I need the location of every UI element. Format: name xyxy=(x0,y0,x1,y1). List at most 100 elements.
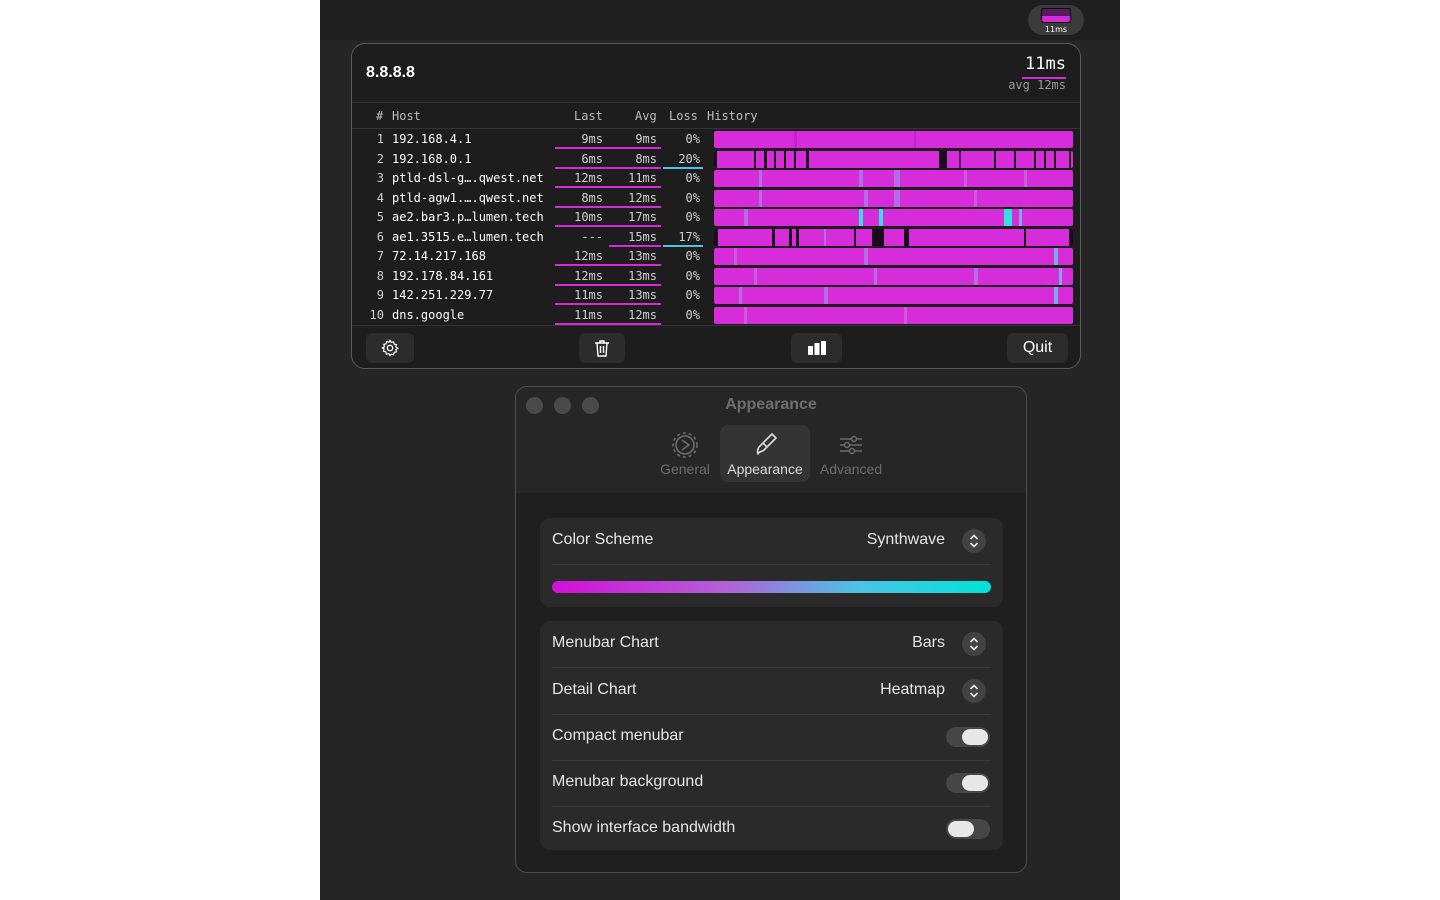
history-cell xyxy=(1014,150,1016,168)
divider xyxy=(352,325,1080,326)
hop-host: 72.14.217.168 xyxy=(392,249,486,263)
detail-chart-row[interactable]: Detail Chart Heatmap xyxy=(552,668,991,715)
current-latency: 11ms xyxy=(1022,54,1066,79)
sliders-icon xyxy=(840,435,862,455)
history-cell xyxy=(879,209,883,226)
history-cell xyxy=(1034,150,1036,168)
detail-chart-label: Detail Chart xyxy=(552,681,637,698)
history-heatmap xyxy=(714,287,1073,304)
color-scheme-card: Color Scheme Synthwave xyxy=(540,518,1003,607)
history-cell xyxy=(794,150,796,168)
hop-number: 5 xyxy=(376,210,384,224)
hop-number: 9 xyxy=(376,288,384,302)
clear-button[interactable] xyxy=(579,333,625,363)
color-scheme-label: Color Scheme xyxy=(552,531,654,548)
history-cell xyxy=(1024,228,1026,246)
quit-button[interactable]: Quit xyxy=(1007,333,1068,363)
tab-advanced[interactable]: Advanced xyxy=(806,425,896,482)
interface-bandwidth-toggle[interactable] xyxy=(946,819,990,839)
tab-label: General xyxy=(660,461,710,477)
history-cell xyxy=(759,189,762,207)
color-scheme-row[interactable]: Color Scheme Synthwave xyxy=(552,518,991,565)
color-scheme-value: Synthwave xyxy=(866,531,945,548)
history-cell xyxy=(1044,150,1046,168)
history-cell xyxy=(744,209,748,226)
menubar-chart-label: Menubar Chart xyxy=(552,634,659,651)
history-cell xyxy=(859,209,863,226)
divider xyxy=(352,102,1080,103)
history-heatmap xyxy=(714,267,1073,285)
chart-view-button[interactable] xyxy=(791,333,842,363)
hop-host: ptld-dsl-g….qwest.net xyxy=(392,171,544,185)
hop-last: 9ms xyxy=(581,132,603,146)
menubar-latency-chart xyxy=(1041,8,1071,23)
history-cell xyxy=(1024,170,1027,187)
target-host: 8.8.8.8 xyxy=(366,64,415,81)
history-cell xyxy=(914,131,916,148)
trace-popover: 8.8.8.8 11ms avg 12ms # Host Last Avg Lo… xyxy=(351,43,1081,369)
table-row: 5 ae2.bar3.p…lumen.tech 10ms 17ms 0% xyxy=(352,208,1080,227)
color-scheme-popup[interactable] xyxy=(962,529,986,553)
history-cell xyxy=(789,228,792,246)
hop-host: 192.178.84.161 xyxy=(392,268,494,283)
toggle-knob xyxy=(962,775,988,791)
history-cell xyxy=(904,306,907,324)
menubar-status-item[interactable]: 11ms xyxy=(1028,5,1084,35)
history-cell xyxy=(904,228,909,246)
history-heatmap xyxy=(714,189,1073,207)
hop-avg: 13ms xyxy=(628,268,657,283)
hop-host: dns.google xyxy=(392,307,465,322)
history-cell xyxy=(764,150,767,168)
table-row: 10 dns.google 11ms 12ms 0% xyxy=(352,306,1080,325)
history-cell xyxy=(1059,267,1062,285)
history-cell xyxy=(754,267,757,285)
history-cell xyxy=(1054,248,1058,265)
hop-last: --- xyxy=(581,229,603,244)
tab-general[interactable]: General xyxy=(640,425,730,482)
menubar-background-toggle[interactable] xyxy=(946,773,990,793)
hop-number: 6 xyxy=(376,229,384,244)
history-cell xyxy=(994,150,996,168)
hop-host: ae2.bar3.p…lumen.tech xyxy=(392,210,544,224)
tab-appearance[interactable]: Appearance xyxy=(720,425,810,482)
hop-loss: 0% xyxy=(685,288,700,302)
avg-latency: avg 12ms xyxy=(1008,78,1066,92)
menubar-chart-row[interactable]: Menubar Chart Bars xyxy=(552,621,991,668)
hop-number: 1 xyxy=(376,132,384,146)
col-loss: Loss xyxy=(669,109,698,123)
settings-button[interactable] xyxy=(366,333,414,363)
interface-bandwidth-label: Show interface bandwidth xyxy=(552,819,736,836)
window-toolbar: Appearance General Appearance Advanced xyxy=(516,387,1026,493)
hop-host: 192.168.0.1 xyxy=(392,151,472,166)
hop-loss: 0% xyxy=(685,132,700,146)
history-cell xyxy=(794,131,797,148)
chevron-up-down-icon xyxy=(969,534,979,548)
chevron-up-down-icon xyxy=(969,637,979,651)
detail-chart-popup[interactable] xyxy=(962,679,986,703)
hop-avg: 15ms xyxy=(628,229,657,244)
col-num: # xyxy=(376,109,384,123)
table-row: 9 142.251.229.77 11ms 13ms 0% xyxy=(352,286,1080,305)
hop-last: 12ms xyxy=(574,249,603,263)
hop-avg: 12ms xyxy=(628,190,657,205)
popover-footer: Quit xyxy=(352,327,1080,368)
history-cell xyxy=(964,170,967,187)
history-cell xyxy=(759,170,762,187)
menubar-chart-popup[interactable] xyxy=(962,632,986,656)
history-heatmap xyxy=(714,228,1073,246)
hop-last: 12ms xyxy=(574,268,603,283)
hop-last: 6ms xyxy=(581,151,603,166)
history-cell xyxy=(784,150,786,168)
history-cell xyxy=(714,150,717,168)
history-cell xyxy=(894,189,900,207)
settings-window: Appearance General Appearance Advanced C… xyxy=(515,386,1027,873)
col-host: Host xyxy=(392,109,421,123)
menubar-chart-value: Bars xyxy=(912,634,945,651)
compact-menubar-toggle[interactable] xyxy=(946,727,990,747)
history-cell xyxy=(974,267,978,285)
menubar-background-label: Menubar background xyxy=(552,773,704,790)
hop-loss: 0% xyxy=(685,190,700,205)
history-cell xyxy=(772,228,775,246)
hop-loss: 17% xyxy=(678,229,700,244)
hop-host: ae1.3515.e…lumen.tech xyxy=(392,229,544,244)
